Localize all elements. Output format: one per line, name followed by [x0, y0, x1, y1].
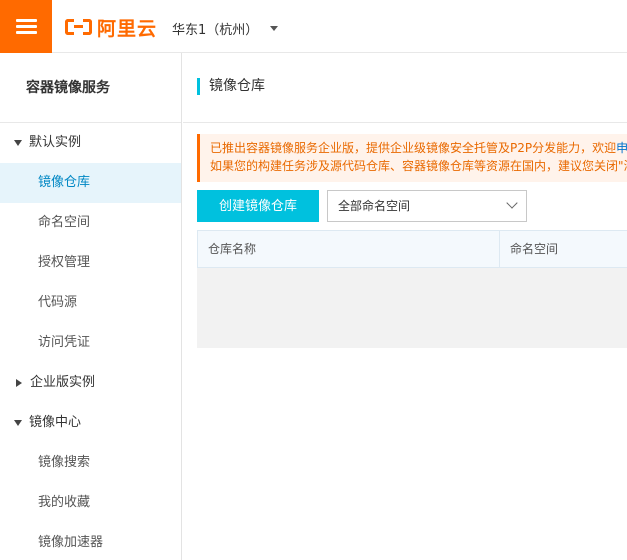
group-label: 默认实例 [29, 135, 82, 150]
table-header: 仓库名称 命名空间 [197, 230, 627, 268]
sidebar-item-repositories[interactable]: 镜像仓库 [0, 163, 181, 203]
sidebar-item-image-accelerator[interactable]: 镜像加速器 [0, 523, 181, 560]
caret-down-icon [270, 26, 279, 31]
hamburger-icon-bar [16, 25, 37, 28]
sidebar-item-namespaces[interactable]: 命名空间 [0, 203, 181, 243]
notice-line-1: 已推出容器镜像服务企业版，提供企业级镜像安全托管及P2P分发能力，欢迎申 [210, 139, 627, 157]
hamburger-icon [16, 19, 37, 22]
page-header: 镜像仓库 [183, 53, 627, 123]
column-header-repo-name[interactable]: 仓库名称 [198, 231, 500, 267]
sidebar-item-access-credentials[interactable]: 访问凭证 [0, 323, 181, 363]
region-label: 华东1（杭州） [172, 23, 259, 38]
notice-banner: 已推出容器镜像服务企业版，提供企业级镜像安全托管及P2P分发能力，欢迎申 如果您… [197, 134, 627, 182]
table-body-empty [197, 268, 627, 348]
group-label: 镜像中心 [29, 415, 82, 430]
sidebar: 容器镜像服务 默认实例 镜像仓库 命名空间 授权管理 代码源 访问凭证 企业版实… [0, 53, 182, 560]
aliyun-logo[interactable]: 阿里云 [65, 16, 158, 40]
main-content: 镜像仓库 已推出容器镜像服务企业版，提供企业级镜像安全托管及P2P分发能力，欢迎… [183, 53, 627, 560]
app-root: 阿里云 华东1（杭州） 容器镜像服务 默认实例 镜像仓库 命名空间 授权管理 代… [0, 0, 627, 560]
chevron-down-icon [506, 197, 518, 209]
hamburger-icon-bar [16, 31, 37, 34]
triangle-down-icon [14, 140, 22, 146]
menu-button[interactable] [0, 0, 52, 53]
region-selector[interactable]: 华东1（杭州） [172, 19, 279, 38]
sidebar-title: 容器镜像服务 [0, 53, 181, 123]
triangle-down-icon [14, 420, 22, 426]
sidebar-item-authorization[interactable]: 授权管理 [0, 243, 181, 283]
namespace-select[interactable]: 全部命名空间 [327, 190, 527, 222]
sidebar-item-image-search[interactable]: 镜像搜索 [0, 443, 181, 483]
title-accent-bar [197, 78, 200, 95]
logo-text: 阿里云 [97, 17, 158, 40]
aliyun-logo-icon [65, 18, 92, 36]
sidebar-nav: 默认实例 镜像仓库 命名空间 授权管理 代码源 访问凭证 企业版实例 镜像中心 … [0, 123, 181, 560]
sidebar-group-enterprise-instance[interactable]: 企业版实例 [0, 363, 181, 403]
create-repository-button[interactable]: 创建镜像仓库 [197, 190, 319, 222]
column-header-namespace[interactable]: 命名空间 [500, 231, 627, 267]
sidebar-item-favorites[interactable]: 我的收藏 [0, 483, 181, 523]
notice-line-1-text: 已推出容器镜像服务企业版，提供企业级镜像安全托管及P2P分发能力，欢迎 [210, 141, 617, 155]
sidebar-group-image-center[interactable]: 镜像中心 [0, 403, 181, 443]
page-title: 镜像仓库 [209, 78, 265, 94]
group-label: 企业版实例 [30, 375, 96, 390]
repository-table: 仓库名称 命名空间 [197, 230, 627, 348]
triangle-right-icon [16, 379, 22, 387]
top-bar: 阿里云 华东1（杭州） [0, 0, 627, 53]
namespace-select-value: 全部命名空间 [338, 199, 411, 213]
notice-line-2: 如果您的构建任务涉及源代码仓库、容器镜像仓库等资源在国内，建议您关闭"海 [210, 159, 627, 173]
sidebar-item-code-source[interactable]: 代码源 [0, 283, 181, 323]
notice-apply-link[interactable]: 申 [616, 141, 627, 155]
sidebar-group-default-instance[interactable]: 默认实例 [0, 123, 181, 163]
